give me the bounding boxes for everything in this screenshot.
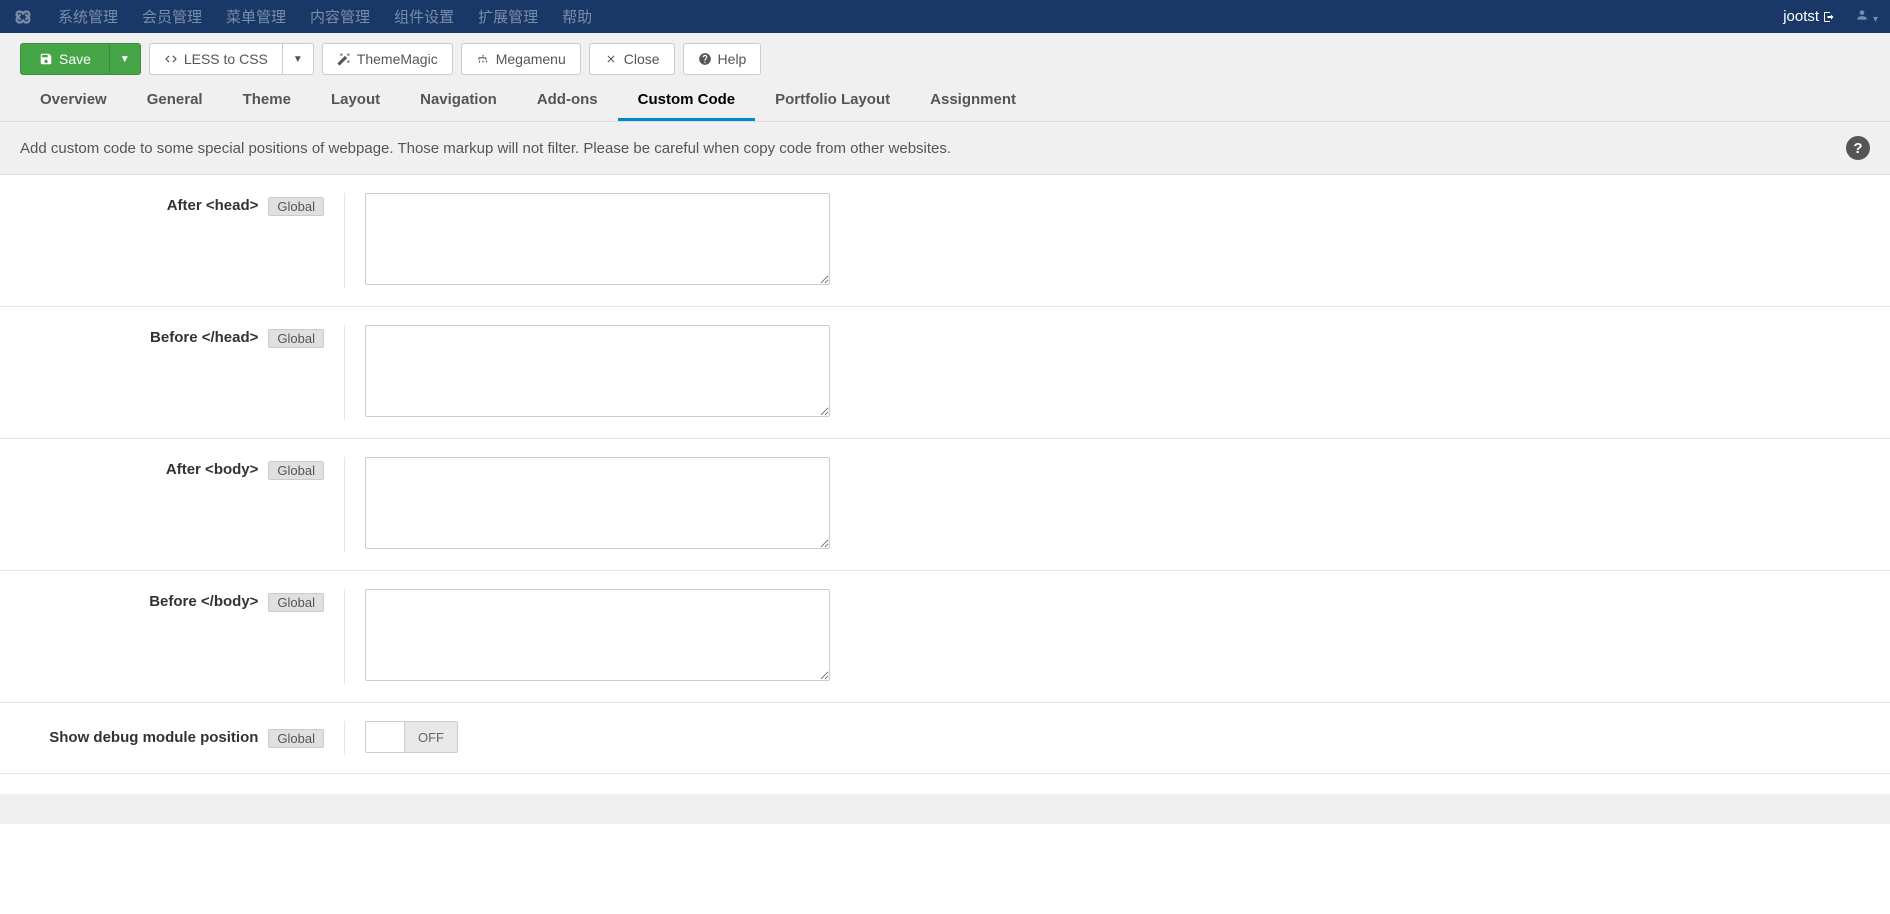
- input-col: [345, 589, 1890, 684]
- tab-layout[interactable]: Layout: [311, 81, 400, 121]
- close-button[interactable]: Close: [589, 43, 675, 75]
- sitemap-icon: [476, 52, 490, 66]
- thememagic-label: ThemeMagic: [357, 51, 438, 67]
- save-label: Save: [59, 51, 91, 67]
- tab-addons[interactable]: Add-ons: [517, 81, 618, 121]
- field-after-head: After <head> Global: [0, 175, 1890, 307]
- tab-portfolio-layout[interactable]: Portfolio Layout: [755, 81, 910, 121]
- megamenu-label: Megamenu: [496, 51, 566, 67]
- less-button-group: LESS to CSS ▼: [149, 43, 314, 75]
- wand-icon: [337, 52, 351, 66]
- global-badge: Global: [268, 461, 324, 480]
- footer-space: [0, 794, 1890, 824]
- after-head-textarea[interactable]: [365, 193, 830, 285]
- menu-help[interactable]: 帮助: [550, 0, 604, 33]
- description-text: Add custom code to some special position…: [20, 140, 951, 157]
- less-dropdown-button[interactable]: ▼: [283, 43, 314, 75]
- tab-navigation[interactable]: Navigation: [400, 81, 517, 121]
- admin-top-bar: 系统管理 会员管理 菜单管理 内容管理 组件设置 扩展管理 帮助 jootst …: [0, 0, 1890, 33]
- menu-system[interactable]: 系统管理: [46, 0, 130, 33]
- label-col: Before </head> Global: [0, 325, 345, 420]
- field-label: Before </head>: [150, 329, 258, 346]
- less-label: LESS to CSS: [184, 51, 268, 67]
- user-link[interactable]: jootst: [1783, 8, 1835, 25]
- debug-toggle[interactable]: OFF: [365, 721, 458, 753]
- label-col: After <head> Global: [0, 193, 345, 288]
- before-head-textarea[interactable]: [365, 325, 830, 417]
- save-button-group: Save ▼: [20, 43, 141, 75]
- label-col: After <body> Global: [0, 457, 345, 552]
- menu-menus[interactable]: 菜单管理: [214, 0, 298, 33]
- toolbar: Save ▼ LESS to CSS ▼ ThemeMagic: [0, 33, 1890, 121]
- field-before-body: Before </body> Global: [0, 571, 1890, 703]
- global-badge: Global: [268, 729, 324, 748]
- tab-theme[interactable]: Theme: [223, 81, 311, 121]
- after-body-textarea[interactable]: [365, 457, 830, 549]
- global-badge: Global: [268, 329, 324, 348]
- save-icon: [39, 52, 53, 66]
- before-body-textarea[interactable]: [365, 589, 830, 681]
- tab-overview[interactable]: Overview: [20, 81, 127, 121]
- description-bar: Add custom code to some special position…: [0, 121, 1890, 175]
- help-circle-icon[interactable]: ?: [1846, 136, 1870, 160]
- tab-assignment[interactable]: Assignment: [910, 81, 1036, 121]
- global-badge: Global: [268, 593, 324, 612]
- help-label: Help: [718, 51, 747, 67]
- help-icon: [698, 52, 712, 66]
- help-button[interactable]: Help: [683, 43, 762, 75]
- field-after-body: After <body> Global: [0, 439, 1890, 571]
- thememagic-button[interactable]: ThemeMagic: [322, 43, 453, 75]
- toggle-off-label: OFF: [404, 722, 457, 752]
- megamenu-button[interactable]: Megamenu: [461, 43, 581, 75]
- caret-down-icon: ▼: [293, 54, 303, 65]
- menu-components[interactable]: 组件设置: [382, 0, 466, 33]
- menu-users[interactable]: 会员管理: [130, 0, 214, 33]
- toolbar-buttons: Save ▼ LESS to CSS ▼ ThemeMagic: [20, 43, 1870, 75]
- input-col: [345, 457, 1890, 552]
- less-to-css-button[interactable]: LESS to CSS: [149, 43, 283, 75]
- field-label: Before </body>: [149, 593, 258, 610]
- caret-down-icon: ▼: [120, 54, 130, 65]
- user-name: jootst: [1783, 8, 1819, 25]
- admin-bar-right: jootst ▾: [1783, 8, 1878, 25]
- admin-main-menu: 系统管理 会员管理 菜单管理 内容管理 组件设置 扩展管理 帮助: [46, 0, 604, 33]
- label-col: Show debug module position Global: [0, 721, 345, 755]
- logout-icon: [1823, 11, 1835, 23]
- input-col: [345, 193, 1890, 288]
- tab-general[interactable]: General: [127, 81, 223, 121]
- person-icon: [1855, 8, 1869, 22]
- global-badge: Global: [268, 197, 324, 216]
- label-col: Before </body> Global: [0, 589, 345, 684]
- field-label: After <head>: [167, 197, 259, 214]
- form-rows: After <head> Global Before </head> Globa…: [0, 175, 1890, 774]
- input-col: [345, 325, 1890, 420]
- admin-bar-left: 系统管理 会员管理 菜单管理 内容管理 组件设置 扩展管理 帮助: [12, 0, 604, 33]
- save-dropdown-button[interactable]: ▼: [110, 43, 141, 75]
- tab-custom-code[interactable]: Custom Code: [618, 81, 756, 121]
- toggle-empty: [366, 722, 404, 752]
- save-button[interactable]: Save: [20, 43, 110, 75]
- close-label: Close: [624, 51, 660, 67]
- user-dropdown[interactable]: ▾: [1855, 8, 1878, 25]
- menu-content[interactable]: 内容管理: [298, 0, 382, 33]
- caret-down-icon: ▾: [1873, 14, 1878, 25]
- tabs: Overview General Theme Layout Navigation…: [20, 81, 1870, 121]
- field-before-head: Before </head> Global: [0, 307, 1890, 439]
- close-icon: [604, 52, 618, 66]
- joomla-logo-icon[interactable]: [12, 6, 34, 28]
- menu-extensions[interactable]: 扩展管理: [466, 0, 550, 33]
- field-label: Show debug module position: [49, 729, 258, 746]
- code-icon: [164, 52, 178, 66]
- field-label: After <body>: [166, 461, 259, 478]
- field-debug-position: Show debug module position Global OFF: [0, 703, 1890, 774]
- input-col: OFF: [345, 721, 1890, 755]
